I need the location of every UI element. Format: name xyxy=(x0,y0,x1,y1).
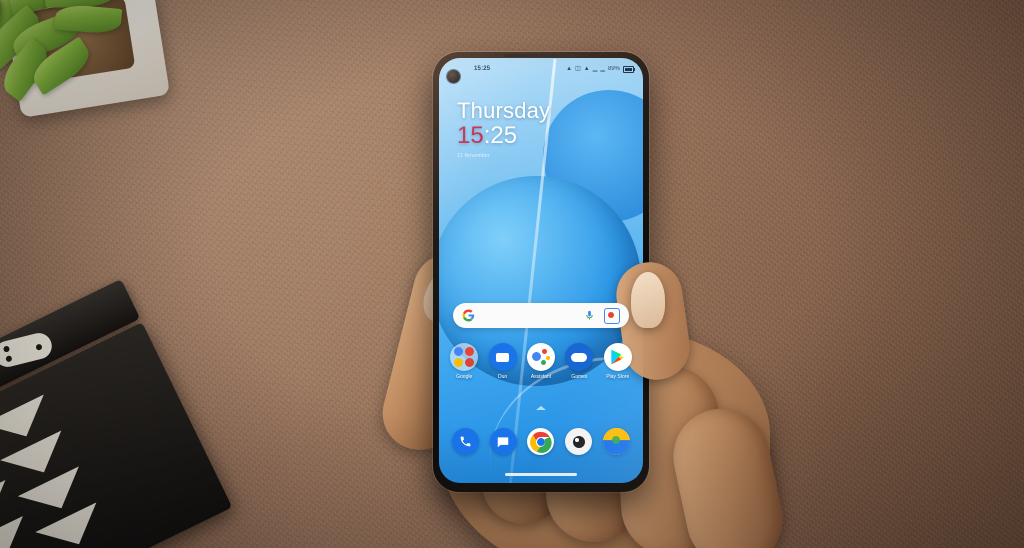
photos-icon[interactable] xyxy=(602,428,630,455)
app-label: Play Store xyxy=(606,374,630,380)
google-g-icon xyxy=(462,309,475,322)
status-bar-icons: ▲ ◫ ▲ ▁ ▁ 89% xyxy=(566,65,635,73)
app-row: Google Duo Assistant Games Play Store xyxy=(439,343,643,380)
play-store-icon xyxy=(603,343,632,371)
fingertip-nail xyxy=(631,272,665,328)
clock-hour: 15 xyxy=(457,122,484,149)
signal-icon: ▁ xyxy=(592,66,598,72)
camera-icon[interactable] xyxy=(565,428,593,455)
app-item-assistant[interactable]: Assistant xyxy=(524,343,558,380)
punch-hole-camera xyxy=(447,70,460,83)
clock-widget[interactable]: Thursday 15:25 11 November xyxy=(457,100,550,159)
app-label: Games xyxy=(571,374,588,380)
phone-icon[interactable] xyxy=(452,428,480,455)
signal-icon-2: ▁ xyxy=(600,66,605,72)
app-label: Duo xyxy=(497,374,508,380)
phone-screen[interactable]: 15:25 ▲ ◫ ▲ ▁ ▁ 89% Thursday 15:25 11 No… xyxy=(439,58,643,483)
status-bar: 15:25 ▲ ◫ ▲ ▁ ▁ 89% xyxy=(439,58,643,80)
microphone-icon[interactable] xyxy=(584,309,595,322)
vibrate-icon: ◫ xyxy=(575,66,581,72)
clock-date-label: 11 November xyxy=(457,152,490,159)
google-folder-icon xyxy=(450,343,479,371)
clock-minute: 25 xyxy=(490,122,518,149)
wifi-icon: ▲ xyxy=(583,66,590,72)
google-lens-icon[interactable] xyxy=(604,307,620,324)
app-item-play-store[interactable]: Play Store xyxy=(601,343,635,380)
duo-icon xyxy=(488,343,517,371)
google-search-bar[interactable] xyxy=(453,303,629,328)
photo-scene: DIRECTOR xyxy=(0,0,1024,548)
earpiece-speaker xyxy=(504,54,578,57)
dock xyxy=(439,428,643,455)
clock-day-label: Thursday xyxy=(457,98,551,123)
smartphone: 15:25 ▲ ◫ ▲ ▁ ▁ 89% Thursday 15:25 11 No… xyxy=(433,52,649,492)
app-label: Assistant xyxy=(530,374,552,380)
games-icon xyxy=(565,343,594,371)
clock-time: 15:25 xyxy=(457,122,550,150)
alert-icon: ▲ xyxy=(566,66,573,72)
app-item-games[interactable]: Games xyxy=(562,343,596,380)
battery-icon xyxy=(623,65,635,73)
messages-icon[interactable] xyxy=(489,428,517,455)
status-bar-time: 15:25 xyxy=(474,66,491,72)
battery-percent-label: 89% xyxy=(607,66,620,72)
gesture-nav-pill[interactable] xyxy=(505,473,577,476)
assistant-icon xyxy=(526,343,555,371)
app-item-duo[interactable]: Duo xyxy=(486,343,520,380)
chevron-up-icon[interactable] xyxy=(536,406,546,410)
app-label: Google xyxy=(456,374,473,380)
chrome-icon[interactable] xyxy=(527,428,555,455)
app-item-google-folder[interactable]: Google xyxy=(447,343,481,380)
